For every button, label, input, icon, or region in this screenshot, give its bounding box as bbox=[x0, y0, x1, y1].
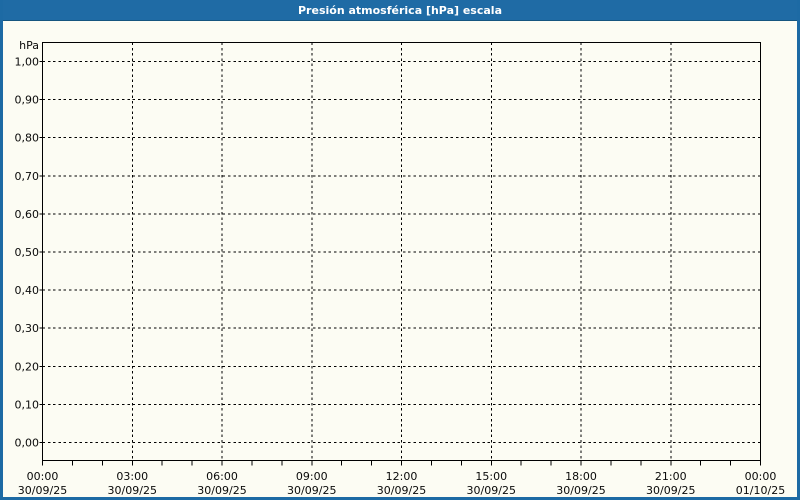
y-tick-label: 0,40 bbox=[15, 284, 40, 297]
y-tick-label: 1,00 bbox=[15, 56, 40, 69]
y-tick-label: 0,50 bbox=[15, 246, 40, 259]
x-tick-date-label: 01/10/25 bbox=[736, 484, 785, 497]
y-tick-label: 0,30 bbox=[15, 322, 40, 335]
x-tick-time-label: 00:00 bbox=[27, 470, 59, 483]
x-tick-time-label: 18:00 bbox=[565, 470, 597, 483]
x-tick-date-label: 30/09/25 bbox=[197, 484, 246, 497]
y-tick-label: 0,10 bbox=[15, 398, 40, 411]
x-tick-time-label: 21:00 bbox=[655, 470, 687, 483]
x-tick-date-label: 30/09/25 bbox=[108, 484, 157, 497]
x-tick-time-label: 09:00 bbox=[296, 470, 328, 483]
y-tick-label: 0,00 bbox=[15, 437, 40, 450]
x-tick-date-label: 30/09/25 bbox=[287, 484, 336, 497]
y-axis-unit-label: hPa bbox=[19, 39, 39, 52]
x-tick-time-label: 12:00 bbox=[386, 470, 418, 483]
y-tick-label: 0,20 bbox=[15, 360, 40, 373]
x-tick-time-label: 15:00 bbox=[475, 470, 507, 483]
pressure-chart-window: Presión atmosférica [hPa] escala 1,00 0,9… bbox=[0, 0, 800, 500]
y-tick-label: 0,70 bbox=[15, 170, 40, 183]
chart-area: 1,00 0,90 0,80 0,70 0,60 0,50 0,40 0,30 0,20 0,10… bbox=[3, 21, 797, 497]
x-tick-time-label: 00:00 bbox=[745, 470, 777, 483]
pressure-chart-plot: 1,00 0,90 0,80 0,70 0,60 0,50 0,40 0,30 0,20 0,10… bbox=[15, 39, 786, 497]
x-tick-time-label: 06:00 bbox=[206, 470, 238, 483]
y-tick-label: 0,80 bbox=[15, 132, 40, 145]
x-tick-time-label: 03:00 bbox=[116, 470, 148, 483]
y-tick-label: 0,90 bbox=[15, 94, 40, 107]
x-tick-date-label: 30/09/25 bbox=[18, 484, 67, 497]
y-tick-label: 0,60 bbox=[15, 208, 40, 221]
x-tick-date-label: 30/09/25 bbox=[556, 484, 605, 497]
chart-title: Presión atmosférica [hPa] escala bbox=[298, 3, 502, 17]
x-tick-date-label: 30/09/25 bbox=[646, 484, 695, 497]
chart-title-bar: Presión atmosférica [hPa] escala bbox=[3, 0, 797, 21]
x-tick-date-label: 30/09/25 bbox=[377, 484, 426, 497]
x-tick-date-label: 30/09/25 bbox=[467, 484, 516, 497]
